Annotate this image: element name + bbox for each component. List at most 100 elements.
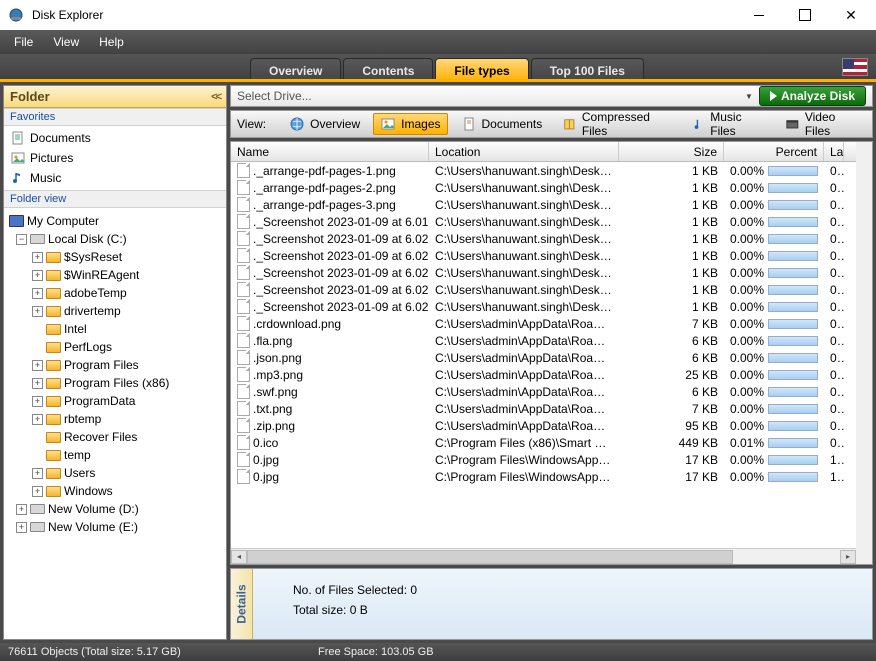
tree-folder[interactable]: +Program Files (x86) [6, 374, 224, 392]
tree-folder[interactable]: temp [6, 446, 224, 464]
table-row[interactable]: ._arrange-pdf-pages-1.pngC:\Users\hanuwa… [231, 162, 856, 179]
tree-local-disk-c[interactable]: −Local Disk (C:) [6, 230, 224, 248]
tree-folder[interactable]: +drivertemp [6, 302, 224, 320]
tree-new-volume-e[interactable]: +New Volume (E:) [6, 518, 224, 536]
table-row[interactable]: ._Screenshot 2023-01-09 at 6.02....C:\Us… [231, 264, 856, 281]
view-video[interactable]: Video Files [778, 113, 866, 135]
tab-contents[interactable]: Contents [343, 58, 433, 82]
file-last: 01 [824, 351, 844, 365]
table-row[interactable]: 0.icoC:\Program Files (x86)\Smart Driv..… [231, 434, 856, 451]
drive-select[interactable]: Select Drive... [237, 89, 739, 103]
table-row[interactable]: ._Screenshot 2023-01-09 at 6.02....C:\Us… [231, 298, 856, 315]
scroll-left-icon[interactable]: ◂ [231, 550, 247, 564]
view-documents[interactable]: Documents [454, 113, 550, 135]
menu-file[interactable]: File [4, 32, 43, 52]
plus-icon[interactable]: + [32, 288, 43, 299]
favorite-pictures[interactable]: Pictures [8, 148, 222, 168]
table-row[interactable]: .crdownload.pngC:\Users\admin\AppData\Ro… [231, 315, 856, 332]
tree-folder[interactable]: Recover Files [6, 428, 224, 446]
table-row[interactable]: .mp3.pngC:\Users\admin\AppData\Roami...2… [231, 366, 856, 383]
tree-my-computer[interactable]: My Computer [6, 212, 224, 230]
close-button[interactable]: ✕ [828, 0, 874, 30]
col-percent[interactable]: Percent [724, 142, 824, 161]
plus-icon[interactable]: + [16, 522, 27, 533]
details-selected-value: 0 [410, 583, 417, 597]
file-location: C:\Users\hanuwant.singh\Deskto... [429, 300, 619, 314]
view-overview[interactable]: Overview [282, 113, 367, 135]
minus-icon[interactable]: − [16, 234, 27, 245]
horizontal-scrollbar[interactable]: ◂ ▸ [231, 548, 856, 564]
file-percent: 0.00% [724, 300, 824, 314]
favorite-music[interactable]: Music [8, 168, 222, 188]
tree-folder[interactable]: +Users [6, 464, 224, 482]
tab-overview[interactable]: Overview [250, 58, 341, 82]
folder-panel: Folder << Favorites Documents Pictures M… [3, 85, 227, 640]
chevron-down-icon[interactable]: ▼ [745, 92, 753, 101]
collapse-icon[interactable]: << [211, 91, 220, 103]
folder-header-label: Folder [10, 89, 50, 104]
table-row[interactable]: ._Screenshot 2023-01-09 at 6.02....C:\Us… [231, 281, 856, 298]
vertical-scrollbar[interactable] [856, 142, 872, 564]
tab-file-types[interactable]: File types [435, 58, 528, 82]
tree-folder[interactable]: +Windows [6, 482, 224, 500]
table-row[interactable]: .fla.pngC:\Users\admin\AppData\Roami...6… [231, 332, 856, 349]
scroll-thumb[interactable] [247, 550, 733, 564]
col-last[interactable]: La [824, 142, 844, 161]
tree-folder[interactable]: Intel [6, 320, 224, 338]
favorite-documents[interactable]: Documents [8, 128, 222, 148]
maximize-button[interactable] [782, 0, 828, 30]
tree-folder[interactable]: PerfLogs [6, 338, 224, 356]
table-row[interactable]: .json.pngC:\Users\admin\AppData\Roami...… [231, 349, 856, 366]
plus-icon[interactable]: + [16, 504, 27, 515]
minimize-button[interactable] [736, 0, 782, 30]
table-row[interactable]: ._Screenshot 2023-01-09 at 6.02....C:\Us… [231, 247, 856, 264]
plus-icon[interactable]: + [32, 360, 43, 371]
tree-folder[interactable]: +Program Files [6, 356, 224, 374]
tab-top-100[interactable]: Top 100 Files [531, 58, 644, 82]
table-row[interactable]: ._arrange-pdf-pages-2.pngC:\Users\hanuwa… [231, 179, 856, 196]
titlebar: Disk Explorer ✕ [0, 0, 876, 30]
file-location: C:\Users\admin\AppData\Roami... [429, 334, 619, 348]
tree-folder[interactable]: +ProgramData [6, 392, 224, 410]
table-row[interactable]: 0.jpgC:\Program Files\WindowsApps\...17 … [231, 468, 856, 485]
tree-folder[interactable]: +$SysReset [6, 248, 224, 266]
plus-icon[interactable]: + [32, 252, 43, 263]
plus-icon[interactable]: + [32, 396, 43, 407]
language-select[interactable] [842, 58, 868, 76]
table-row[interactable]: .txt.pngC:\Users\admin\AppData\Roami...7… [231, 400, 856, 417]
tree-folder[interactable]: +$WinREAgent [6, 266, 224, 284]
view-images[interactable]: Images [373, 113, 447, 135]
menu-view[interactable]: View [43, 32, 89, 52]
percent-bar [768, 472, 818, 482]
file-last: 01 [824, 317, 844, 331]
file-location: C:\Program Files\WindowsApps\... [429, 470, 619, 484]
tree-new-volume-d[interactable]: +New Volume (D:) [6, 500, 224, 518]
plus-icon[interactable]: + [32, 486, 43, 497]
details-tab[interactable]: Details [231, 569, 253, 639]
tree-folder[interactable]: +adobeTemp [6, 284, 224, 302]
plus-icon[interactable]: + [32, 378, 43, 389]
col-name[interactable]: Name [231, 142, 429, 161]
col-size[interactable]: Size [619, 142, 724, 161]
plus-icon[interactable]: + [32, 270, 43, 281]
scroll-right-icon[interactable]: ▸ [840, 550, 856, 564]
file-percent: 0.00% [724, 283, 824, 297]
table-row[interactable]: ._arrange-pdf-pages-3.pngC:\Users\hanuwa… [231, 196, 856, 213]
table-row[interactable]: .swf.pngC:\Users\admin\AppData\Roami...6… [231, 383, 856, 400]
menu-help[interactable]: Help [89, 32, 134, 52]
folder-icon [45, 430, 61, 444]
table-row[interactable]: .zip.pngC:\Users\admin\AppData\Roami...9… [231, 417, 856, 434]
col-location[interactable]: Location [429, 142, 619, 161]
plus-icon[interactable]: + [32, 414, 43, 425]
table-row[interactable]: 0.jpgC:\Program Files\WindowsApps\...17 … [231, 451, 856, 468]
plus-icon[interactable]: + [32, 468, 43, 479]
view-music[interactable]: Music Files [684, 113, 773, 135]
file-name: 0.jpg [253, 453, 279, 467]
view-compressed[interactable]: Compressed Files [555, 113, 677, 135]
tree-folder[interactable]: +rbtemp [6, 410, 224, 428]
file-location: C:\Users\hanuwant.singh\Deskto... [429, 283, 619, 297]
analyze-disk-button[interactable]: Analyze Disk [759, 86, 866, 106]
table-row[interactable]: ._Screenshot 2023-01-09 at 6.02....C:\Us… [231, 230, 856, 247]
table-row[interactable]: ._Screenshot 2023-01-09 at 6.01....C:\Us… [231, 213, 856, 230]
plus-icon[interactable]: + [32, 306, 43, 317]
